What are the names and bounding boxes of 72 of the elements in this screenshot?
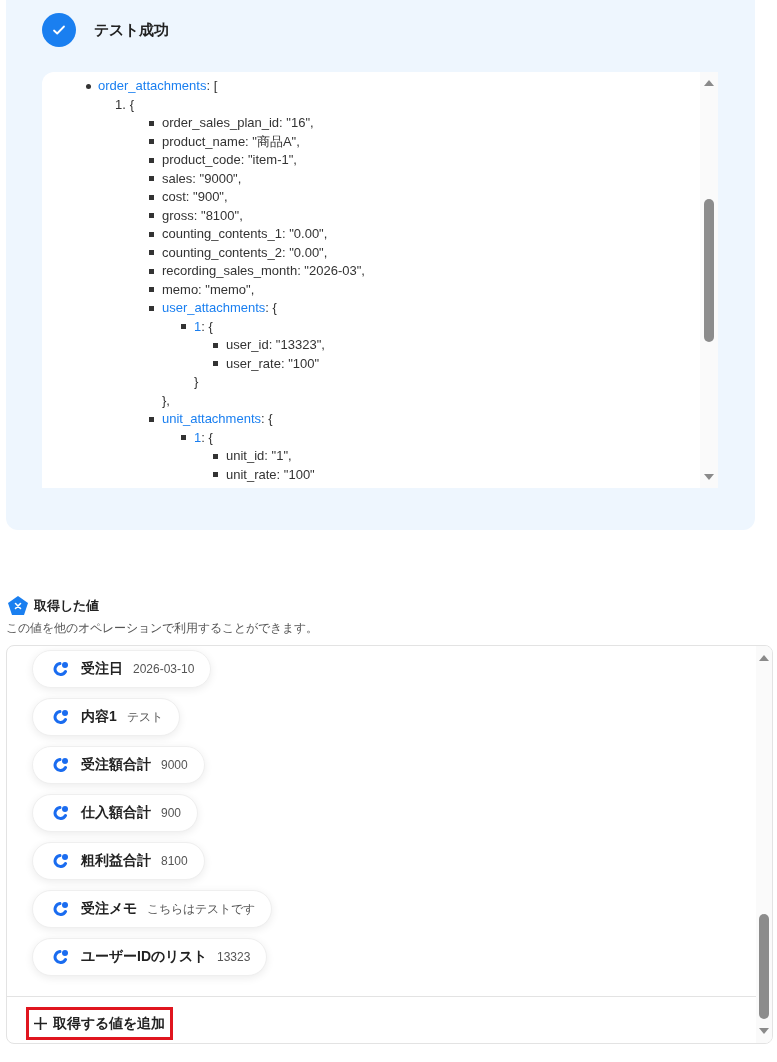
- bullet-icon: [149, 305, 154, 311]
- section-title: 取得した値: [34, 597, 99, 615]
- check-icon: [42, 13, 76, 47]
- bullet-icon: [149, 416, 154, 422]
- json-line: user_rate: "100": [226, 354, 320, 373]
- bullet-icon: [149, 157, 154, 163]
- scroll-down-icon[interactable]: [759, 1027, 769, 1034]
- json-line: counting_contents_2: "0.00",: [162, 243, 328, 262]
- add-value-button[interactable]: 取得する値を追加: [26, 1006, 173, 1040]
- json-line: order_attachments: [: [98, 77, 218, 95]
- bullet-icon: [149, 176, 154, 182]
- scroll-up-icon[interactable]: [759, 654, 769, 661]
- value-chip[interactable]: 仕入額合計 900: [32, 793, 199, 832]
- bullet-icon: [213, 361, 218, 367]
- list-number: 1.: [115, 95, 126, 114]
- json-line: recording_sales_month: "2026-03",: [162, 262, 365, 280]
- json-line: sales: "9000",: [162, 169, 242, 188]
- bullet-icon: [213, 472, 218, 478]
- arc-icon: [53, 900, 69, 917]
- json-line: 1: {: [194, 428, 213, 447]
- json-line: },: [162, 392, 170, 408]
- json-line: unit_id: "1",: [226, 447, 292, 465]
- json-line: order_sales_plan_id: "16",: [162, 114, 314, 132]
- json-line: {: [129, 95, 135, 114]
- json-line: memo: "memo",: [162, 280, 255, 299]
- scroll-thumb[interactable]: [759, 913, 769, 1019]
- json-line: gross: "8100",: [162, 206, 243, 225]
- json-line: user_id: "13323",: [226, 336, 325, 354]
- bullet-icon: [149, 287, 154, 293]
- scrollbar[interactable]: [756, 645, 772, 1043]
- json-line: }: [194, 374, 199, 389]
- value-chip[interactable]: 受注メモ こちらはテストです: [32, 889, 272, 928]
- json-line: unit_attachments: {: [162, 410, 273, 428]
- arc-icon: [53, 852, 69, 869]
- plus-icon: [34, 1016, 47, 1030]
- section-description: この値を他のオペレーションで利用することができます。: [5, 620, 319, 636]
- bullet-icon: [149, 120, 154, 126]
- bullet-icon: [181, 324, 186, 330]
- bullet-icon: [149, 194, 154, 200]
- value-chip[interactable]: 受注日 2026-03-10: [32, 649, 212, 688]
- scroll-down-icon[interactable]: [704, 474, 714, 480]
- bullet-icon: [149, 231, 154, 237]
- value-chip[interactable]: ユーザーIDのリスト 13323: [32, 937, 268, 976]
- json-line: product_code: "item-1",: [162, 151, 297, 169]
- value-chip[interactable]: 内容1 テスト: [32, 697, 180, 736]
- bullet-icon: [213, 342, 218, 348]
- bullet-icon: [181, 435, 186, 441]
- bullet-icon: [149, 213, 154, 219]
- json-line: counting_contents_1: "0.00",: [162, 225, 328, 243]
- arc-icon: [53, 804, 69, 821]
- value-chip[interactable]: 粗利益合計 8100: [32, 841, 205, 880]
- result-title: テスト成功: [94, 19, 169, 40]
- bullet-icon: [149, 250, 154, 256]
- bullet-icon: [149, 268, 154, 274]
- json-line: cost: "900",: [162, 188, 228, 206]
- value-chip[interactable]: 受注額合計 9000: [32, 745, 205, 784]
- scrollbar[interactable]: [700, 72, 718, 488]
- json-line: unit_rate: "100": [226, 465, 315, 484]
- scroll-up-icon[interactable]: [704, 80, 714, 86]
- bullet-icon: [86, 83, 91, 89]
- scroll-thumb[interactable]: [704, 199, 714, 342]
- arc-icon: [53, 660, 69, 677]
- key-link[interactable]: unit_attachments: [162, 411, 261, 426]
- bullet-icon: [213, 453, 218, 459]
- json-line: 1: {: [194, 317, 213, 336]
- json-line: product_name: "商品A",: [162, 132, 300, 151]
- bullet-icon: [149, 139, 154, 145]
- arc-icon: [53, 708, 69, 725]
- arc-icon: [53, 948, 69, 965]
- json-line: user_attachments: {: [162, 299, 277, 317]
- arc-icon: [53, 756, 69, 773]
- pentagon-x-icon: [8, 596, 28, 616]
